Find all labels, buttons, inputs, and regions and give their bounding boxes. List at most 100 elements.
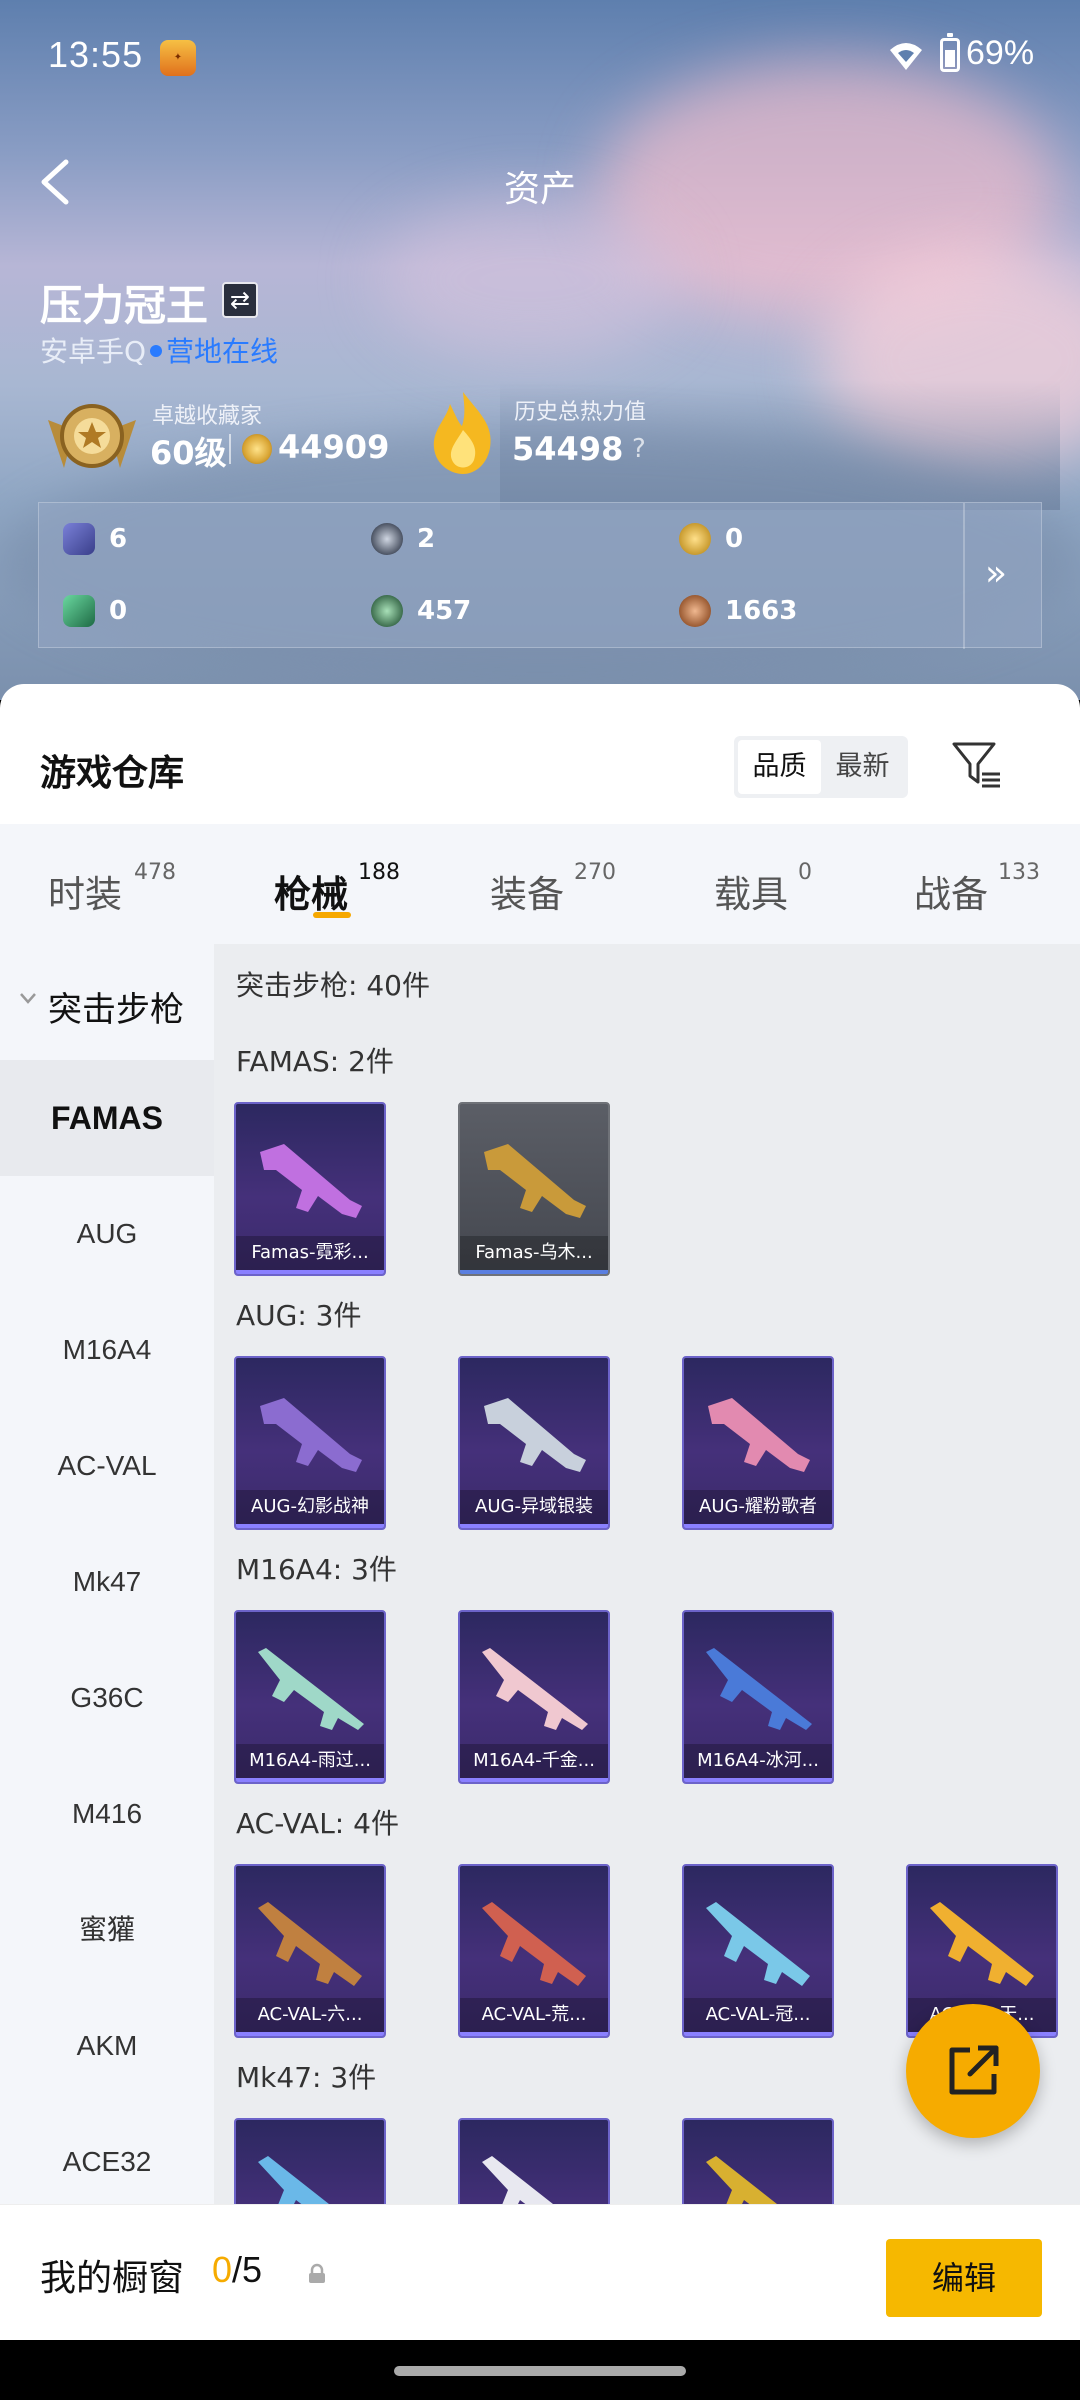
tab-vehicles[interactable]: 载具 0 (714, 824, 844, 944)
weapon-card[interactable] (682, 2118, 834, 2204)
page-title: 资产 (503, 169, 576, 210)
gun-icon (258, 1902, 362, 1986)
divider (229, 434, 231, 464)
weapon-card[interactable]: M16A4-雨过... (234, 1610, 386, 1784)
green-orb-icon (371, 595, 403, 627)
showcase-bar: 我的橱窗 0/5 编辑 (0, 2204, 1080, 2340)
weapon-name: Famas-乌木... (460, 1236, 608, 1270)
weapon-name: M16A4-雨过... (236, 1744, 384, 1778)
rarity-bar (460, 1270, 608, 1274)
sidebar-item-aug[interactable]: AUG (0, 1176, 214, 1292)
weapon-card[interactable]: AC-VAL-六... (234, 1864, 386, 2038)
assets-stats-panel[interactable]: 6 2 0 0 457 1663 » (38, 502, 1042, 649)
platform-label: 安卓手Q (40, 335, 147, 368)
stat-value: 0 (725, 524, 744, 554)
weapon-card[interactable] (458, 2118, 610, 2204)
weapon-name: AC-VAL-荒... (460, 1998, 608, 2032)
gun-icon (484, 1144, 586, 1218)
battery-level: 69% (966, 34, 1035, 72)
sort-latest-option[interactable]: 最新 (821, 740, 904, 794)
sidebar-item-ace32[interactable]: ACE32 (0, 2104, 214, 2204)
rarity-bar (684, 1524, 832, 1528)
sidebar-item-mk47[interactable]: Mk47 (0, 1524, 214, 1640)
tab-equipment[interactable]: 装备 270 (490, 824, 640, 944)
tab-battle-gear[interactable]: 战备 133 (914, 824, 1064, 944)
collector-coin-icon (242, 434, 272, 464)
green-card-icon (63, 595, 95, 627)
rarity-bar (236, 1270, 384, 1274)
sort-toggle: 品质 最新 (734, 736, 908, 798)
rarity-bar (236, 1778, 384, 1782)
home-indicator[interactable] (394, 2366, 686, 2376)
gun-icon (706, 1648, 812, 1730)
tab-count: 188 (358, 860, 400, 885)
rarity-bar (460, 2032, 608, 2036)
weapon-name: AUG-耀粉歌者 (684, 1490, 832, 1524)
weapon-card[interactable]: AUG-异域银装 (458, 1356, 610, 1530)
weapon-card[interactable]: AC-VAL-冠... (682, 1864, 834, 2038)
stat-item: 457 (371, 591, 471, 631)
stat-value: 2 (417, 524, 436, 554)
sidebar-item-g36c[interactable]: G36C (0, 1640, 214, 1756)
active-tab-indicator (313, 912, 351, 918)
divider (963, 503, 965, 649)
tab-count: 270 (574, 860, 616, 885)
stat-item: 0 (63, 591, 127, 631)
weapon-name: AUG-幻影战神 (236, 1490, 384, 1524)
stat-value: 0 (109, 596, 128, 626)
profile-platform: 安卓手Q 营地在线 (40, 330, 278, 370)
sidebar-item-ac-val[interactable]: AC-VAL (0, 1408, 214, 1524)
group-title: FAMAS: 2件 (236, 1045, 394, 1078)
flame-icon (433, 392, 491, 474)
tab-label: 枪械 (274, 873, 348, 916)
battery-icon (940, 33, 960, 72)
share-external-icon (949, 2045, 999, 2095)
online-status: 营地在线 (166, 335, 279, 368)
weapon-card[interactable]: Famas-霓彩... (234, 1102, 386, 1276)
help-icon[interactable]: ? (632, 434, 646, 464)
weapon-card[interactable]: M16A4-冰河... (682, 1610, 834, 1784)
edit-button[interactable]: 编辑 (886, 2239, 1042, 2317)
collector-points: 44909 (278, 428, 390, 466)
wifi-icon (890, 43, 922, 70)
sidebar-item-akm[interactable]: AKM (0, 1988, 214, 2104)
weapon-name: AC-VAL-六... (236, 1998, 384, 2032)
double-chevron-right-icon[interactable]: » (985, 553, 1007, 594)
sort-quality-option[interactable]: 品质 (738, 740, 821, 794)
weapon-card[interactable]: AC-VAL-荒... (458, 1864, 610, 2038)
sidebar-item-m16a4[interactable]: M16A4 (0, 1292, 214, 1408)
showcase-title: 我的橱窗 (40, 2258, 185, 2299)
gun-icon (930, 1902, 1034, 1986)
weapon-card[interactable]: M16A4-千金... (458, 1610, 610, 1784)
tab-fashion[interactable]: 时装 478 (48, 824, 198, 944)
category-header-assault-rifles[interactable]: 突击步枪 (0, 944, 214, 1060)
filter-icon[interactable] (950, 738, 1004, 792)
status-time: 13:55 (48, 34, 144, 75)
stat-value: 1663 (725, 596, 798, 626)
sidebar-item-m416[interactable]: M416 (0, 1756, 214, 1872)
weapon-card[interactable] (234, 2118, 386, 2204)
share-button[interactable] (906, 2004, 1040, 2138)
sidebar-item-famas[interactable]: FAMAS (0, 1060, 214, 1176)
weapon-name: M16A4-千金... (460, 1744, 608, 1778)
group-title: M16A4: 3件 (236, 1553, 397, 1586)
weapon-card[interactable]: AUG-耀粉歌者 (682, 1356, 834, 1530)
stat-value: 6 (109, 524, 128, 554)
weapon-card[interactable]: Famas-乌木... (458, 1102, 610, 1276)
sidebar-item-honey-badger[interactable]: 蜜獾 (0, 1872, 214, 1988)
warehouse-title: 游戏仓库 (40, 753, 185, 794)
system-nav-bar (0, 2340, 1080, 2400)
collector-level: 60级 (150, 434, 227, 472)
tab-count: 478 (134, 860, 176, 885)
rarity-bar (460, 1778, 608, 1782)
profile-name: 压力冠王 (40, 281, 209, 330)
group-title: Mk47: 3件 (236, 2061, 377, 2094)
stat-item: 6 (63, 519, 127, 559)
tab-count: 0 (798, 860, 812, 885)
switch-account-icon[interactable]: ⇄ (222, 282, 258, 318)
rarity-bar (236, 2032, 384, 2036)
tab-firearms[interactable]: 枪械 188 (274, 824, 424, 944)
warehouse-sheet: 游戏仓库 品质 最新 时装 478 枪械 188 装备 270 载具 0 战备 … (0, 684, 1080, 2204)
showcase-count: 0/5 (212, 2249, 262, 2291)
weapon-card[interactable]: AUG-幻影战神 (234, 1356, 386, 1530)
